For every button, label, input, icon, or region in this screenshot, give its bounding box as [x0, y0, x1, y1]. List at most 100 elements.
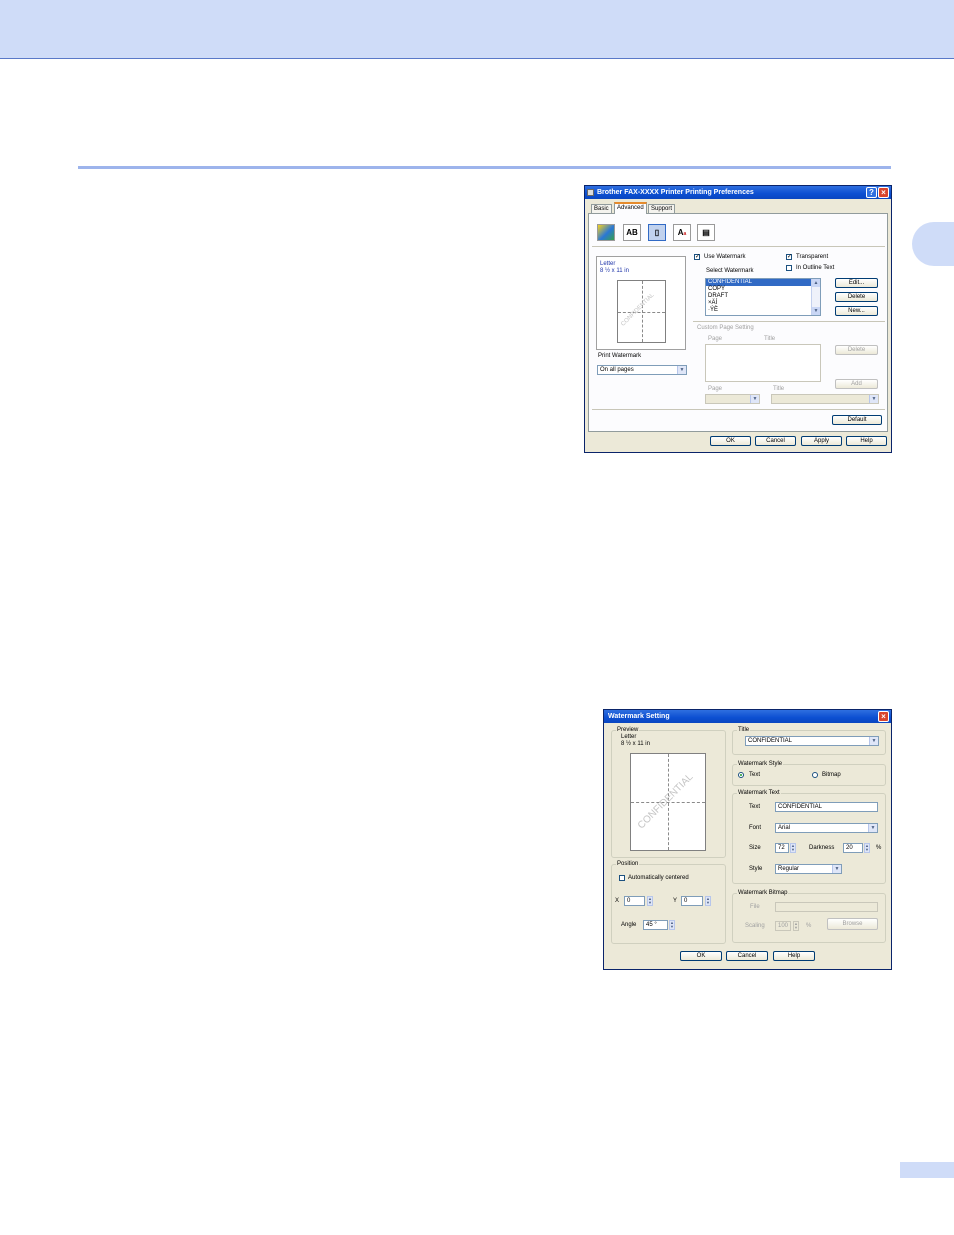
help-button[interactable]: Help — [846, 436, 887, 446]
printer-settings-icon[interactable]: ▤ — [697, 224, 715, 241]
help-button[interactable]: Help — [773, 951, 815, 961]
y-input[interactable]: 0 — [681, 896, 703, 906]
watermark-preview-text: CONFIDENTIAL — [620, 292, 656, 328]
custom-page-list — [705, 344, 821, 382]
default-button[interactable]: Default — [832, 415, 882, 425]
watermark-bitmap-title: Watermark Bitmap — [737, 890, 789, 897]
title-bar[interactable]: Brother FAX-XXXX Printer Printing Prefer… — [585, 186, 891, 199]
angle-stepper[interactable]: ▲ ▼ — [669, 920, 675, 930]
ab-icon[interactable]: AB — [623, 224, 641, 241]
file-input — [775, 902, 878, 912]
outline-text-label: In Outline Text — [796, 265, 835, 271]
darkness-input[interactable]: 20 — [843, 843, 863, 853]
page-icon[interactable]: ▯ — [648, 224, 666, 241]
x-input[interactable]: 0 — [624, 896, 645, 906]
chevron-down-icon: ▼ — [750, 395, 759, 403]
list-item[interactable]: COPY — [706, 286, 820, 293]
list-scrollbar[interactable]: ▲ ▼ — [811, 279, 820, 315]
page-column-label: Page — [708, 336, 723, 342]
paper-label: Letter — [600, 261, 616, 267]
delete-button[interactable]: Delete — [835, 292, 878, 302]
select-watermark-label: Select Watermark — [706, 268, 754, 274]
chevron-down-icon: ▼ — [868, 824, 877, 832]
style-bitmap-radio[interactable] — [812, 772, 818, 778]
cancel-button[interactable]: Cancel — [726, 951, 768, 961]
apply-button[interactable]: Apply — [801, 436, 842, 446]
page-header-band — [0, 0, 954, 59]
size-label: Size — [749, 845, 761, 851]
style-select[interactable]: Regular ▼ — [775, 864, 842, 874]
custom-divider — [693, 321, 885, 322]
watermark-listbox[interactable]: CONFIDENTIAL COPY DRAFT ×ÄÍ ·ÝÈ ▲ ▼ — [705, 278, 821, 316]
angle-input[interactable]: 45 ° — [643, 920, 668, 930]
position-group-title: Position — [616, 861, 640, 868]
scroll-down-icon[interactable]: ▼ — [812, 307, 820, 315]
ok-button[interactable]: OK — [680, 951, 722, 961]
scaling-label: Scaling — [745, 923, 765, 929]
darkness-label: Darkness — [809, 845, 835, 851]
close-button[interactable]: × — [878, 187, 889, 198]
darkness-stepper[interactable]: ▲ ▼ — [864, 843, 870, 853]
watermark-color-icon[interactable] — [597, 224, 615, 241]
transparent-checkbox[interactable]: ✓ — [786, 254, 792, 260]
preview-area: Letter 8 ½ x 11 in CONFIDENTIAL — [596, 256, 686, 350]
style-bitmap-label: Bitmap — [822, 772, 841, 778]
chapter-tab — [912, 222, 954, 266]
font-select[interactable]: Arial ▼ — [775, 823, 878, 833]
x-stepper[interactable]: ▲ ▼ — [647, 896, 653, 906]
new-button[interactable]: New... — [835, 306, 878, 316]
text-value: CONFIDENTIAL — [778, 804, 823, 810]
dialog-title: Brother FAX-XXXX Printer Printing Prefer… — [597, 189, 754, 196]
auto-center-checkbox[interactable] — [619, 875, 625, 881]
outline-text-checkbox[interactable] — [786, 265, 792, 271]
x-value: 0 — [627, 898, 631, 904]
section-rule — [78, 166, 891, 169]
title-select[interactable]: CONFIDENTIAL ▼ — [745, 736, 879, 746]
style-text-label: Text — [749, 772, 761, 778]
angle-value: 45 ° — [646, 922, 657, 928]
print-watermark-value: On all pages — [600, 367, 634, 373]
scroll-up-icon[interactable]: ▲ — [812, 279, 820, 287]
paper-label: Letter — [621, 734, 637, 740]
size-stepper[interactable]: ▲ ▼ — [790, 843, 796, 853]
list-item[interactable]: DRAFT — [706, 293, 820, 300]
angle-label: Angle — [621, 922, 637, 928]
title-select: ▼ — [771, 394, 879, 404]
paper-size: 8 ½ x 11 in — [600, 268, 629, 274]
print-watermark-select[interactable]: On all pages ▼ — [597, 365, 687, 375]
ok-button[interactable]: OK — [710, 436, 751, 446]
tab-basic[interactable]: Basic — [591, 204, 612, 213]
title-bar[interactable]: Watermark Setting × — [604, 710, 891, 723]
list-item[interactable]: CONFIDENTIAL — [706, 279, 820, 286]
y-stepper[interactable]: ▲ ▼ — [705, 896, 711, 906]
paper-preview: CONFIDENTIAL — [630, 753, 706, 851]
style-text-radio[interactable] — [738, 772, 744, 778]
size-input[interactable]: 72 — [775, 843, 789, 853]
toolbar-divider — [592, 246, 885, 247]
browse-button: Browse — [827, 918, 878, 930]
custom-add-button: Add — [835, 379, 878, 389]
preview-guide-h — [618, 312, 665, 313]
title-value: CONFIDENTIAL — [748, 738, 793, 744]
size-value: 72 — [778, 845, 785, 851]
custom-page-setting-label: Custom Page Setting — [697, 325, 754, 331]
edit-button[interactable]: Edit... — [835, 278, 878, 288]
watermark-style-title: Watermark Style — [737, 761, 784, 768]
chevron-down-icon: ▼ — [677, 366, 686, 374]
style-value: Regular — [778, 866, 800, 872]
page-select: ▼ — [705, 394, 760, 404]
bottom-divider — [592, 409, 885, 410]
font-label: Font — [749, 825, 762, 831]
help-title-button[interactable]: ? — [866, 187, 877, 198]
list-item[interactable]: ×ÄÍ — [706, 300, 820, 307]
text-input[interactable]: CONFIDENTIAL — [775, 802, 878, 812]
close-button[interactable]: × — [878, 711, 889, 722]
tab-support[interactable]: Support — [648, 204, 676, 213]
list-item[interactable]: ·ÝÈ — [706, 307, 820, 314]
cancel-button[interactable]: Cancel — [755, 436, 796, 446]
file-label: File — [750, 904, 760, 910]
tab-advanced[interactable]: Advanced — [614, 202, 647, 214]
use-watermark-checkbox[interactable]: ✓ — [694, 254, 700, 260]
a-font-icon[interactable]: Aa — [673, 224, 691, 241]
style-label: Style — [749, 866, 763, 872]
